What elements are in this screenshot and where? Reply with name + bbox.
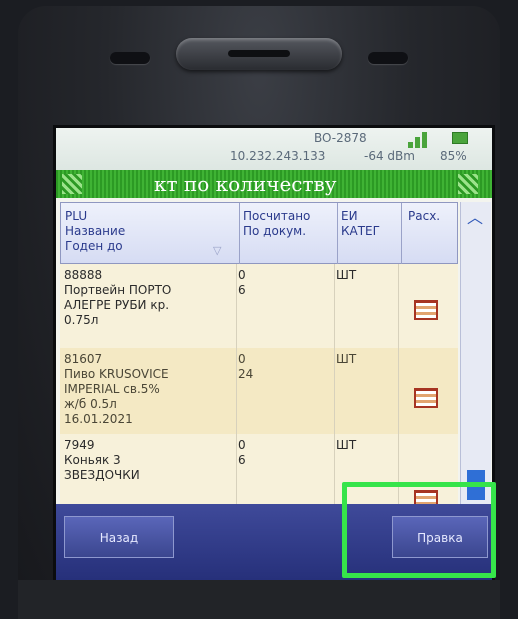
column-header-discrepancy[interactable]: Расх.: [401, 203, 464, 265]
device-bottom-bezel: [18, 580, 500, 619]
crate-icon[interactable]: [414, 300, 438, 320]
back-button[interactable]: Назад: [64, 516, 174, 558]
device-id: BO-2878: [314, 131, 367, 145]
vertical-scrollbar[interactable]: ︿: [460, 202, 491, 504]
item-description: 81607 Пиво KRUSOVICE IMPERIAL св.5% ж/б …: [64, 352, 169, 426]
item-counts: 0 6: [238, 438, 246, 467]
item-unit: ШТ: [336, 438, 357, 452]
item-description: 7949 Коньяк 3 ЗВЕЗДОЧКИ: [64, 438, 140, 482]
light-sensor: [110, 52, 150, 64]
item-unit: ШТ: [336, 268, 357, 282]
column-header-plu[interactable]: PLU Название Годен до: [65, 209, 233, 254]
table-header: PLU Название Годен до ▽ Посчитано По док…: [60, 202, 458, 265]
battery-level: 85%: [440, 149, 467, 163]
item-unit: ШТ: [336, 352, 357, 366]
signal-bars-icon: [408, 130, 432, 148]
scroll-up-icon[interactable]: ︿: [467, 204, 483, 228]
pattern-icon: [458, 174, 478, 194]
status-bar: BO-2878 10.232.243.133 -64 dBm 85%: [56, 128, 492, 170]
pattern-icon: [62, 174, 82, 194]
item-counts: 0 6: [238, 268, 246, 297]
proximity-sensor: [368, 52, 408, 64]
item-description: 88888 Портвейн ПОРТО АЛЕГРЕ РУБИ кр. 0.7…: [64, 268, 172, 327]
sort-down-icon: ▽: [213, 244, 222, 257]
table-row[interactable]: 88888 Портвейн ПОРТО АЛЕГРЕ РУБИ кр. 0.7…: [60, 264, 458, 349]
screen-title-bar: кт по количеству: [56, 170, 492, 198]
table-row[interactable]: 81607 Пиво KRUSOVICE IMPERIAL св.5% ж/б …: [60, 348, 458, 435]
highlight-box: [342, 482, 496, 578]
screen-title: кт по количеству: [154, 172, 337, 196]
column-header-unit[interactable]: ЕИ КАТЕГ: [337, 203, 403, 265]
column-header-counted[interactable]: Посчитано По докум.: [239, 203, 339, 265]
crate-icon[interactable]: [414, 388, 438, 408]
ip-address: 10.232.243.133: [230, 149, 326, 163]
battery-icon: [452, 132, 468, 144]
earpiece-speaker: [176, 38, 342, 70]
signal-strength: -64 dBm: [364, 149, 415, 163]
item-counts: 0 24: [238, 352, 254, 381]
